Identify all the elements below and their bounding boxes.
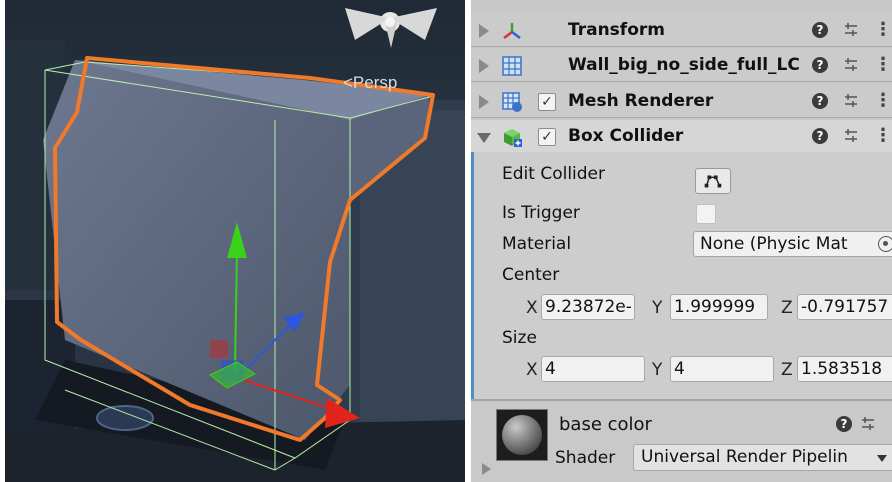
center-label: Center: [502, 265, 560, 285]
scene-view[interactable]: <Persp: [5, 0, 465, 482]
x-plane-handle[interactable]: [210, 340, 228, 358]
help-icon[interactable]: ?: [812, 128, 828, 144]
box-collider-icon: [504, 129, 522, 147]
transform-icon: [503, 23, 521, 39]
is-trigger-label: Is Trigger: [502, 203, 580, 223]
center-z-label[interactable]: Z: [781, 298, 793, 318]
size-y-field[interactable]: 4: [670, 356, 774, 382]
physic-material-value: None (Physic Mat: [700, 234, 848, 254]
size-x-field[interactable]: 4: [541, 356, 645, 382]
center-y-label[interactable]: Y: [652, 298, 662, 318]
material-section: base color ? Shader Universal Render Pip…: [471, 399, 892, 482]
is-trigger-checkbox[interactable]: [696, 204, 716, 224]
persp-label[interactable]: <Persp: [343, 73, 397, 93]
component-title: Box Collider: [568, 126, 684, 146]
presets-icon[interactable]: [842, 56, 860, 74]
foldout-arrow-icon[interactable]: [477, 133, 491, 143]
component-header-box-collider[interactable]: ✓ Box Collider ? ⋮: [471, 120, 892, 153]
component-header-transform[interactable]: Transform ? ⋮: [471, 14, 892, 47]
floor-decal: [96, 405, 154, 431]
foldout-arrow-icon[interactable]: [479, 24, 489, 38]
chevron-down-icon: [877, 455, 887, 462]
size-x-label[interactable]: X: [526, 360, 538, 380]
foldout-arrow-icon[interactable]: [479, 95, 489, 109]
presets-icon[interactable]: [859, 415, 877, 433]
box-collider-enabled-checkbox[interactable]: ✓: [538, 128, 556, 146]
object-picker-icon[interactable]: [878, 236, 892, 252]
size-label: Size: [502, 328, 537, 348]
shader-dropdown[interactable]: Universal Render Pipelin: [633, 444, 892, 471]
more-options-icon[interactable]: ⋮: [874, 19, 892, 40]
size-y-label[interactable]: Y: [652, 360, 662, 380]
center-z-field[interactable]: -0.791757: [797, 294, 892, 320]
more-options-icon[interactable]: ⋮: [874, 90, 892, 111]
component-title: Wall_big_no_side_full_LC: [568, 55, 800, 75]
inspector-panel: Transform ? ⋮ Wall_big_no_side_full_LC ?…: [468, 0, 892, 482]
box-collider-properties: Edit Collider Is Trigger Material None (…: [471, 152, 892, 399]
material-sphere: [502, 415, 542, 455]
material-foldout-icon[interactable]: [482, 463, 491, 475]
center-y-field[interactable]: 1.999999: [670, 294, 768, 320]
center-x-field[interactable]: 9.23872e-: [541, 294, 635, 320]
mesh-renderer-enabled-checkbox[interactable]: ✓: [538, 93, 556, 111]
mesh-renderer-icon: [502, 92, 522, 112]
presets-icon[interactable]: [842, 21, 860, 39]
grid-mesh-icon: [502, 56, 522, 76]
physic-material-field[interactable]: None (Physic Mat: [693, 231, 892, 257]
help-icon[interactable]: ?: [812, 57, 828, 73]
component-header-mesh-renderer[interactable]: ✓ Mesh Renderer ? ⋮: [471, 85, 892, 118]
edit-collider-button[interactable]: [695, 168, 731, 194]
component-title: Mesh Renderer: [568, 91, 714, 111]
component-header-mesh-filter[interactable]: Wall_big_no_side_full_LC ? ⋮: [471, 49, 892, 82]
more-options-icon[interactable]: ⋮: [874, 54, 892, 75]
presets-icon[interactable]: [842, 92, 860, 110]
shader-label: Shader: [555, 448, 616, 468]
foldout-arrow-icon[interactable]: [479, 59, 489, 73]
material-label: Material: [502, 234, 572, 254]
shader-value: Universal Render Pipelin: [641, 447, 848, 467]
component-title: Transform: [568, 20, 665, 40]
material-name: base color: [559, 414, 652, 435]
more-options-icon[interactable]: ⋮: [874, 125, 892, 146]
size-z-field[interactable]: 1.583518: [797, 356, 892, 382]
help-icon[interactable]: ?: [836, 416, 852, 432]
edit-collider-label: Edit Collider: [502, 164, 606, 184]
center-x-label[interactable]: X: [526, 298, 538, 318]
help-icon[interactable]: ?: [812, 93, 828, 109]
edit-collider-icon: [704, 175, 722, 188]
help-icon[interactable]: ?: [812, 22, 828, 38]
material-preview[interactable]: [496, 409, 548, 461]
presets-icon[interactable]: [842, 127, 860, 145]
size-z-label[interactable]: Z: [781, 360, 793, 380]
